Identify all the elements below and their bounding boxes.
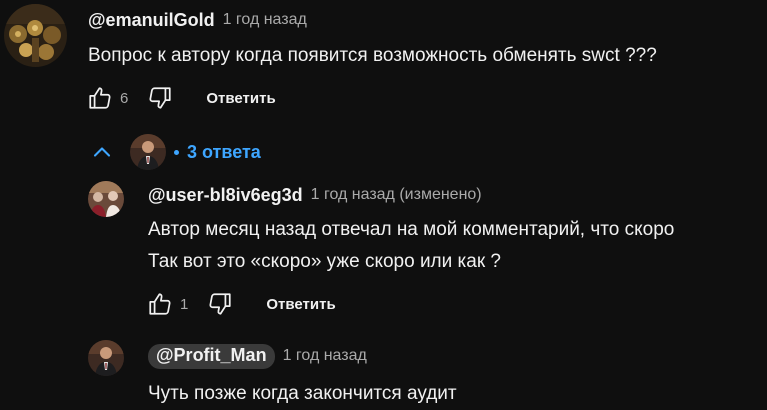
comment-text-line: Вопрос к автору когда появится возможнос… xyxy=(88,45,657,66)
reply-1-author[interactable]: @user-bl8iv6eg3d xyxy=(148,185,303,206)
replies-count[interactable]: 3 ответа xyxy=(187,142,261,163)
chevron-up-icon xyxy=(93,147,111,157)
like-count: 1 xyxy=(180,295,189,313)
reply-1-actions: 1 Ответить xyxy=(142,286,336,322)
thumbs-up-icon xyxy=(149,293,171,315)
reply-1-time[interactable]: 1 год назад (изменено) xyxy=(311,186,482,204)
thumbs-up-icon xyxy=(89,87,111,109)
reply-2-header: @Profit_Man 1 год назад xyxy=(148,343,367,369)
thumbs-down-icon xyxy=(209,293,231,315)
comment-actions: 6 Ответить xyxy=(82,80,276,116)
comment-time[interactable]: 1 год назад xyxy=(223,11,307,29)
comment-author[interactable]: @emanuilGold xyxy=(88,10,215,31)
dot-separator xyxy=(174,149,179,155)
comment-text: Вопрос к автору когда появится возможнос… xyxy=(88,40,657,72)
creator-avatar-small xyxy=(130,134,166,170)
reply-button[interactable]: Ответить xyxy=(206,90,275,107)
dislike-button[interactable] xyxy=(142,80,178,116)
reply-2-time[interactable]: 1 год назад xyxy=(283,347,367,365)
dislike-button[interactable] xyxy=(202,286,238,322)
reply-button[interactable]: Ответить xyxy=(266,296,335,313)
like-button[interactable] xyxy=(82,80,118,116)
thumbs-down-icon xyxy=(149,87,171,109)
reply-1-header: @user-bl8iv6eg3d 1 год назад (изменено) xyxy=(148,183,482,207)
replies-toggle[interactable]: 3 ответа xyxy=(88,130,261,174)
reply-1-text: Автор месяц назад отвечал на мой коммент… xyxy=(148,214,674,278)
reply-2-text: Чуть позже когда закончится аудит xyxy=(148,378,457,410)
avatar-profit-man[interactable] xyxy=(88,340,124,376)
reply-2-author[interactable]: @Profit_Man xyxy=(148,343,275,369)
reply-1-text-line: Так вот это «скоро» уже скоро или как ? xyxy=(148,251,501,272)
like-count: 6 xyxy=(120,89,129,107)
reply-1-text-line: Автор месяц назад отвечал на мой коммент… xyxy=(148,219,675,240)
avatar-user-bl8iv6eg3d[interactable] xyxy=(88,181,124,217)
like-button[interactable] xyxy=(142,286,178,322)
comment-header: @emanuilGold 1 год назад xyxy=(88,8,307,32)
avatar-emanuilgold[interactable] xyxy=(4,4,67,67)
reply-2-text-line: Чуть позже когда закончится аудит xyxy=(148,383,457,404)
